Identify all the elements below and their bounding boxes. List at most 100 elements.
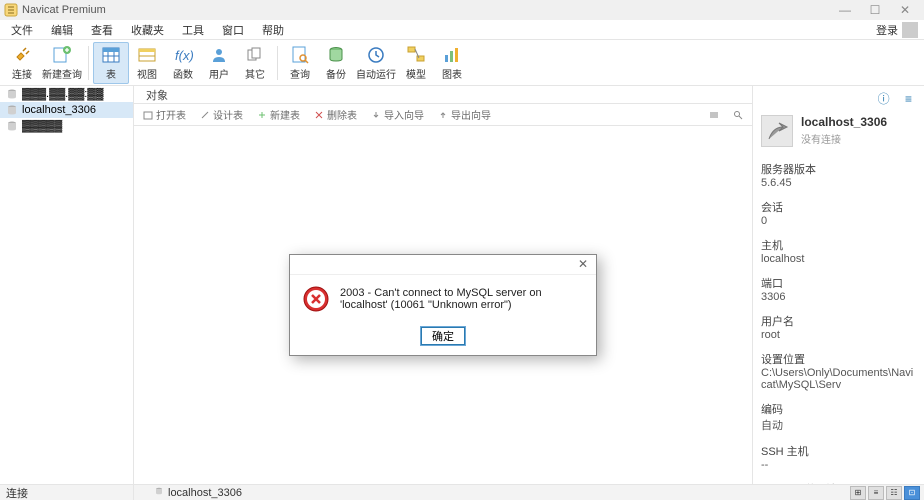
view-mode-detail[interactable]: ☷	[886, 486, 902, 500]
tool-label: 视图	[137, 66, 157, 81]
connection-item[interactable]: ▓▓▓.▓▓.▓▓:▓▓	[0, 86, 133, 102]
tool-label: 连接	[12, 66, 32, 81]
tool-automation[interactable]: 自动运行	[354, 42, 398, 84]
tool-table[interactable]: 表	[93, 42, 129, 84]
obj-view-mode[interactable]	[704, 109, 724, 121]
tool-label: 模型	[406, 66, 426, 81]
query-icon	[289, 44, 311, 66]
info-key: 主机	[761, 237, 918, 253]
obj-open-table[interactable]: 打开表	[138, 106, 191, 123]
tool-label: 查询	[290, 66, 310, 81]
app-icon	[4, 3, 18, 17]
title-bar: Navicat Premium — ☐ ✕	[0, 0, 924, 20]
dialog-close-icon[interactable]: ✕	[575, 257, 591, 273]
db-icon	[154, 486, 164, 499]
clock-icon	[365, 44, 387, 66]
query-plus-icon	[51, 44, 73, 66]
info-key: 设置位置	[761, 351, 918, 367]
tool-backup[interactable]: 备份	[318, 42, 354, 84]
objects-toolbar: 打开表 设计表 新建表 删除表 导入向导 导出向导	[134, 104, 752, 126]
info-key: 会话	[761, 199, 918, 215]
open-icon	[143, 110, 153, 120]
chart-icon	[441, 44, 463, 66]
login-label: 登录	[876, 22, 898, 38]
info-conn-sub: 没有连接	[801, 131, 887, 146]
menu-favorites[interactable]: 收藏夹	[122, 20, 173, 40]
tool-function[interactable]: f(x) 函数	[165, 42, 201, 84]
tool-label: 新建查询	[42, 66, 82, 81]
tool-chart[interactable]: 图表	[434, 42, 470, 84]
obj-export[interactable]: 导出向导	[433, 106, 496, 123]
view-mode-grid[interactable]: ⊞	[850, 486, 866, 500]
obj-design-table[interactable]: 设计表	[195, 106, 248, 123]
info-value: --	[761, 459, 918, 471]
info-value: 3306	[761, 291, 918, 303]
other-icon	[244, 44, 266, 66]
info-key: 服务器版本	[761, 161, 918, 177]
info-value: 0	[761, 215, 918, 227]
info-value: root	[761, 329, 918, 341]
window-maximize[interactable]: ☐	[860, 3, 890, 17]
dialog-ok-button[interactable]: 确定	[421, 327, 465, 345]
connection-item[interactable]: ▓▓▓▓▓	[0, 118, 133, 134]
menu-file[interactable]: 文件	[2, 20, 42, 40]
view-mode-list[interactable]: ≡	[868, 486, 884, 500]
obj-new-table[interactable]: 新建表	[252, 106, 305, 123]
error-icon	[302, 285, 330, 313]
obj-search[interactable]	[728, 109, 748, 121]
tool-other[interactable]: 其它	[237, 42, 273, 84]
obj-import[interactable]: 导入向导	[366, 106, 429, 123]
status-bar: 连接 localhost_3306 ⊞ ≡ ☷ ⊡	[0, 484, 924, 500]
status-left: 连接	[0, 485, 134, 500]
tool-label: 备份	[326, 66, 346, 81]
design-icon	[200, 110, 210, 120]
info-value: 5.6.45	[761, 177, 918, 189]
status-tab[interactable]: localhost_3306	[134, 486, 850, 499]
center-panel: 对象 打开表 设计表 新建表 删除表 导入向导 导出向导 ✕	[134, 86, 752, 484]
menu-edit[interactable]: 编辑	[42, 20, 82, 40]
model-icon	[405, 44, 427, 66]
menu-bar: 文件 编辑 查看 收藏夹 工具 窗口 帮助 登录	[0, 20, 924, 40]
connection-item[interactable]: localhost_3306	[0, 102, 133, 118]
menu-view[interactable]: 查看	[82, 20, 122, 40]
status-conn: localhost_3306	[168, 487, 242, 499]
tool-model[interactable]: 模型	[398, 42, 434, 84]
tool-label: 表	[106, 66, 116, 81]
plug-icon	[11, 44, 33, 66]
backup-icon	[325, 44, 347, 66]
toolbar: 连接 新建查询 表 视图 f(x) 函数 用户 其它 查询 备份 自动运行 模型	[0, 40, 924, 86]
import-icon	[371, 110, 381, 120]
tool-query[interactable]: 查询	[282, 42, 318, 84]
info-value: 自动	[761, 417, 918, 433]
login-button[interactable]: 登录	[870, 20, 924, 40]
info-panel-toggles[interactable]: ⓘ ≡	[761, 90, 918, 107]
connections-sidebar: ▓▓▓.▓▓.▓▓:▓▓ localhost_3306 ▓▓▓▓▓	[0, 86, 134, 484]
window-close[interactable]: ✕	[890, 3, 920, 17]
tool-view[interactable]: 视图	[129, 42, 165, 84]
menu-help[interactable]: 帮助	[253, 20, 293, 40]
tool-new-query[interactable]: 新建查询	[40, 42, 84, 84]
tool-user[interactable]: 用户	[201, 42, 237, 84]
info-conn-title: localhost_3306	[801, 115, 887, 129]
user-icon	[208, 44, 230, 66]
info-value: C:\Users\Only\Documents\Navicat\MySQL\Se…	[761, 367, 918, 391]
menu-window[interactable]: 窗口	[213, 20, 253, 40]
delete-icon	[314, 110, 324, 120]
view-icon	[136, 44, 158, 66]
info-key: 端口	[761, 275, 918, 291]
info-key: HTTP 通道网址	[761, 481, 918, 484]
window-minimize[interactable]: —	[830, 3, 860, 17]
connection-thumb-icon	[761, 115, 793, 147]
tool-connect[interactable]: 连接	[4, 42, 40, 84]
tool-label: 其它	[245, 66, 265, 81]
menu-tools[interactable]: 工具	[173, 20, 213, 40]
dialog-titlebar[interactable]: ✕	[290, 255, 596, 275]
info-value: localhost	[761, 253, 918, 265]
connection-label: localhost_3306	[22, 104, 96, 116]
objects-tab[interactable]: 对象	[134, 86, 752, 104]
dialog-message: 2003 - Can't connect to MySQL server on …	[340, 287, 584, 311]
view-mode-info[interactable]: ⊡	[904, 486, 920, 500]
avatar-icon	[902, 22, 918, 38]
obj-delete-table[interactable]: 删除表	[309, 106, 362, 123]
toolbar-separator	[277, 46, 278, 80]
